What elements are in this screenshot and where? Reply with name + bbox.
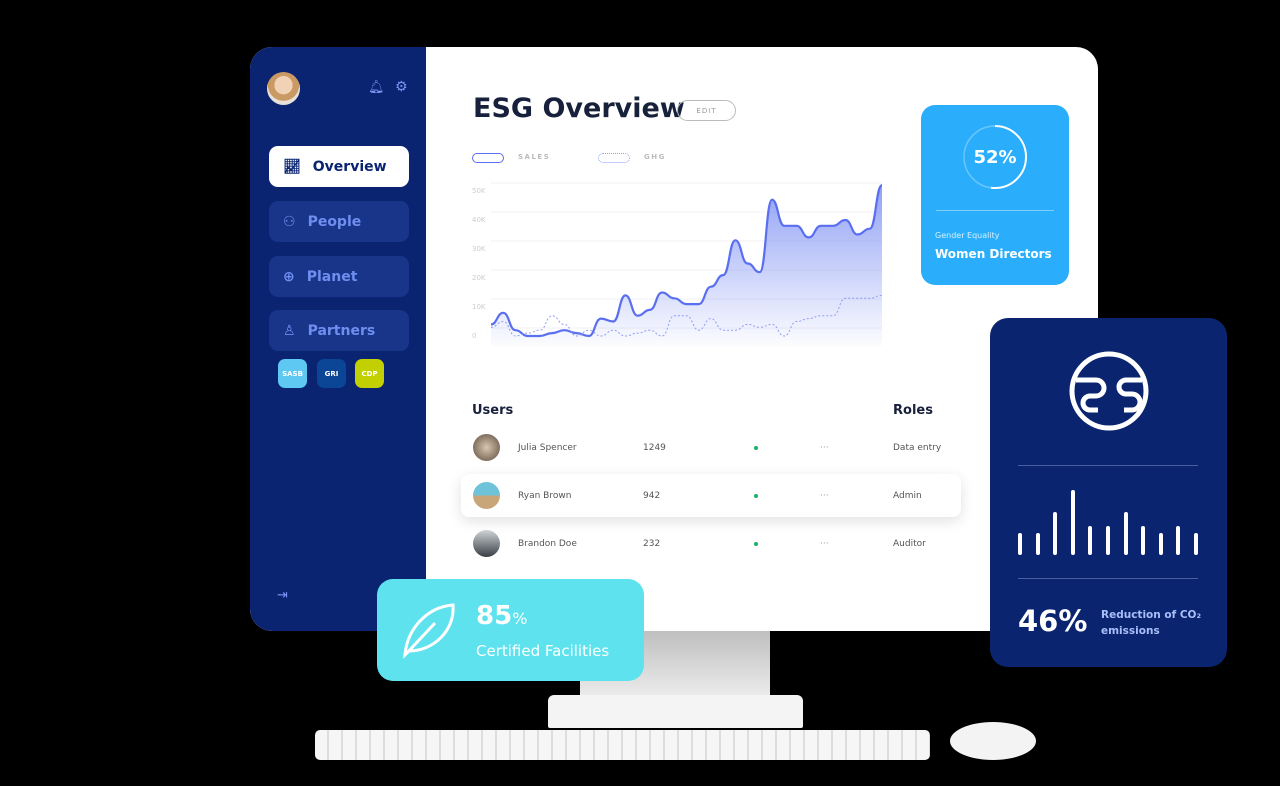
co2-card[interactable]: 46% Reduction of CO₂ emissions xyxy=(990,318,1227,667)
avatar xyxy=(473,434,500,461)
gender-percent: 52% xyxy=(973,147,1017,168)
co2-bar xyxy=(1053,511,1058,555)
keyboard xyxy=(315,730,930,760)
user-role: Data entry xyxy=(893,442,942,453)
user-count: 232 xyxy=(643,538,661,549)
facilities-label: Certified Facilities xyxy=(476,642,610,660)
avatar xyxy=(473,482,500,509)
divider xyxy=(936,210,1054,211)
status-dot xyxy=(754,493,758,498)
user-name: Ryan Brown xyxy=(518,490,572,501)
user-role: Auditor xyxy=(893,538,926,549)
co2-bar-chart xyxy=(1018,478,1198,555)
facilities-value: 85 xyxy=(476,601,513,631)
more-icon[interactable]: ··· xyxy=(820,539,829,549)
status-dot xyxy=(754,445,758,450)
co2-bar xyxy=(1035,533,1040,555)
co2-bar xyxy=(1088,526,1093,555)
divider xyxy=(1018,578,1198,579)
facilities-unit: % xyxy=(512,609,528,628)
user-name: Julia Spencer xyxy=(518,442,577,453)
users-header: Users xyxy=(472,403,514,418)
monitor-base xyxy=(548,695,803,728)
status-dot xyxy=(754,541,758,546)
table-row[interactable]: Brandon Doe 232 ··· Auditor xyxy=(461,522,961,565)
more-icon[interactable]: ··· xyxy=(820,443,829,453)
co2-bar xyxy=(1070,490,1075,555)
more-icon[interactable]: ··· xyxy=(820,491,829,501)
roles-header: Roles xyxy=(893,403,933,418)
co2-bar xyxy=(1018,533,1022,555)
co2-label: Reduction of CO₂ emissions xyxy=(1101,609,1202,637)
earth-icon xyxy=(1069,351,1149,431)
user-count: 942 xyxy=(643,490,661,501)
avatar xyxy=(473,530,500,557)
gender-title: Women Directors xyxy=(935,247,1052,261)
women-directors-card[interactable]: 52% Gender Equality Women Directors xyxy=(921,105,1069,285)
co2-percent: 46% xyxy=(1018,604,1088,638)
user-role: Admin xyxy=(893,490,922,501)
co2-bar xyxy=(1105,526,1110,555)
divider xyxy=(1018,465,1198,466)
user-count: 1249 xyxy=(643,442,666,453)
mouse xyxy=(950,722,1036,760)
table-row[interactable]: Ryan Brown 942 ··· Admin xyxy=(461,474,961,517)
facilities-card[interactable]: 85% Certified Facilities xyxy=(377,579,644,681)
gender-subtitle: Gender Equality xyxy=(935,231,1000,240)
co2-bar xyxy=(1141,526,1146,555)
table-row[interactable]: Julia Spencer 1249 ··· Data entry xyxy=(461,426,961,469)
sales-area xyxy=(491,185,882,346)
logout-icon[interactable]: ⇥ xyxy=(277,588,288,603)
co2-bar xyxy=(1176,526,1181,555)
user-name: Brandon Doe xyxy=(518,538,577,549)
co2-bar xyxy=(1193,533,1198,555)
co2-bar xyxy=(1158,533,1163,555)
leaf-icon xyxy=(403,603,455,659)
facilities-value-wrap: 85% xyxy=(476,601,527,631)
co2-bar xyxy=(1123,511,1128,555)
